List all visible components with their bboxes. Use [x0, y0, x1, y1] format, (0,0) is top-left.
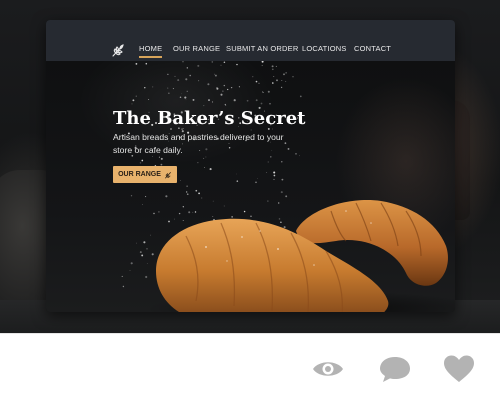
- hero-section: The Baker’s Secret Artisan breads and pa…: [46, 61, 455, 312]
- wheat-icon[interactable]: [110, 42, 126, 58]
- speech-bubble-icon[interactable]: [378, 352, 412, 386]
- our-range-button[interactable]: OUR RANGE: [113, 166, 177, 183]
- wheat-icon: [164, 171, 171, 178]
- nav-item-contact[interactable]: CONTACT: [354, 44, 391, 53]
- hero-title: The Baker’s Secret: [113, 108, 306, 129]
- heart-icon[interactable]: [442, 352, 476, 386]
- nav-item-our-range[interactable]: OUR RANGE: [173, 44, 220, 53]
- card-actions-bar: [0, 333, 500, 408]
- croissant-image: [146, 200, 455, 312]
- nav-item-home[interactable]: HOME: [139, 44, 163, 58]
- eye-icon[interactable]: [311, 352, 345, 386]
- cta-label: OUR RANGE: [118, 171, 161, 178]
- hero-subtitle: Artisan breads and pastries delivered to…: [113, 132, 284, 155]
- nav-item-submit-order[interactable]: SUBMIT AN ORDER: [226, 44, 298, 53]
- site-navbar: HOME OUR RANGE SUBMIT AN ORDER LOCATIONS…: [46, 20, 455, 61]
- website-preview: HOME OUR RANGE SUBMIT AN ORDER LOCATIONS…: [46, 20, 455, 312]
- hero-photo-backdrop: HOME OUR RANGE SUBMIT AN ORDER LOCATIONS…: [0, 0, 500, 333]
- nav-item-locations[interactable]: LOCATIONS: [302, 44, 347, 53]
